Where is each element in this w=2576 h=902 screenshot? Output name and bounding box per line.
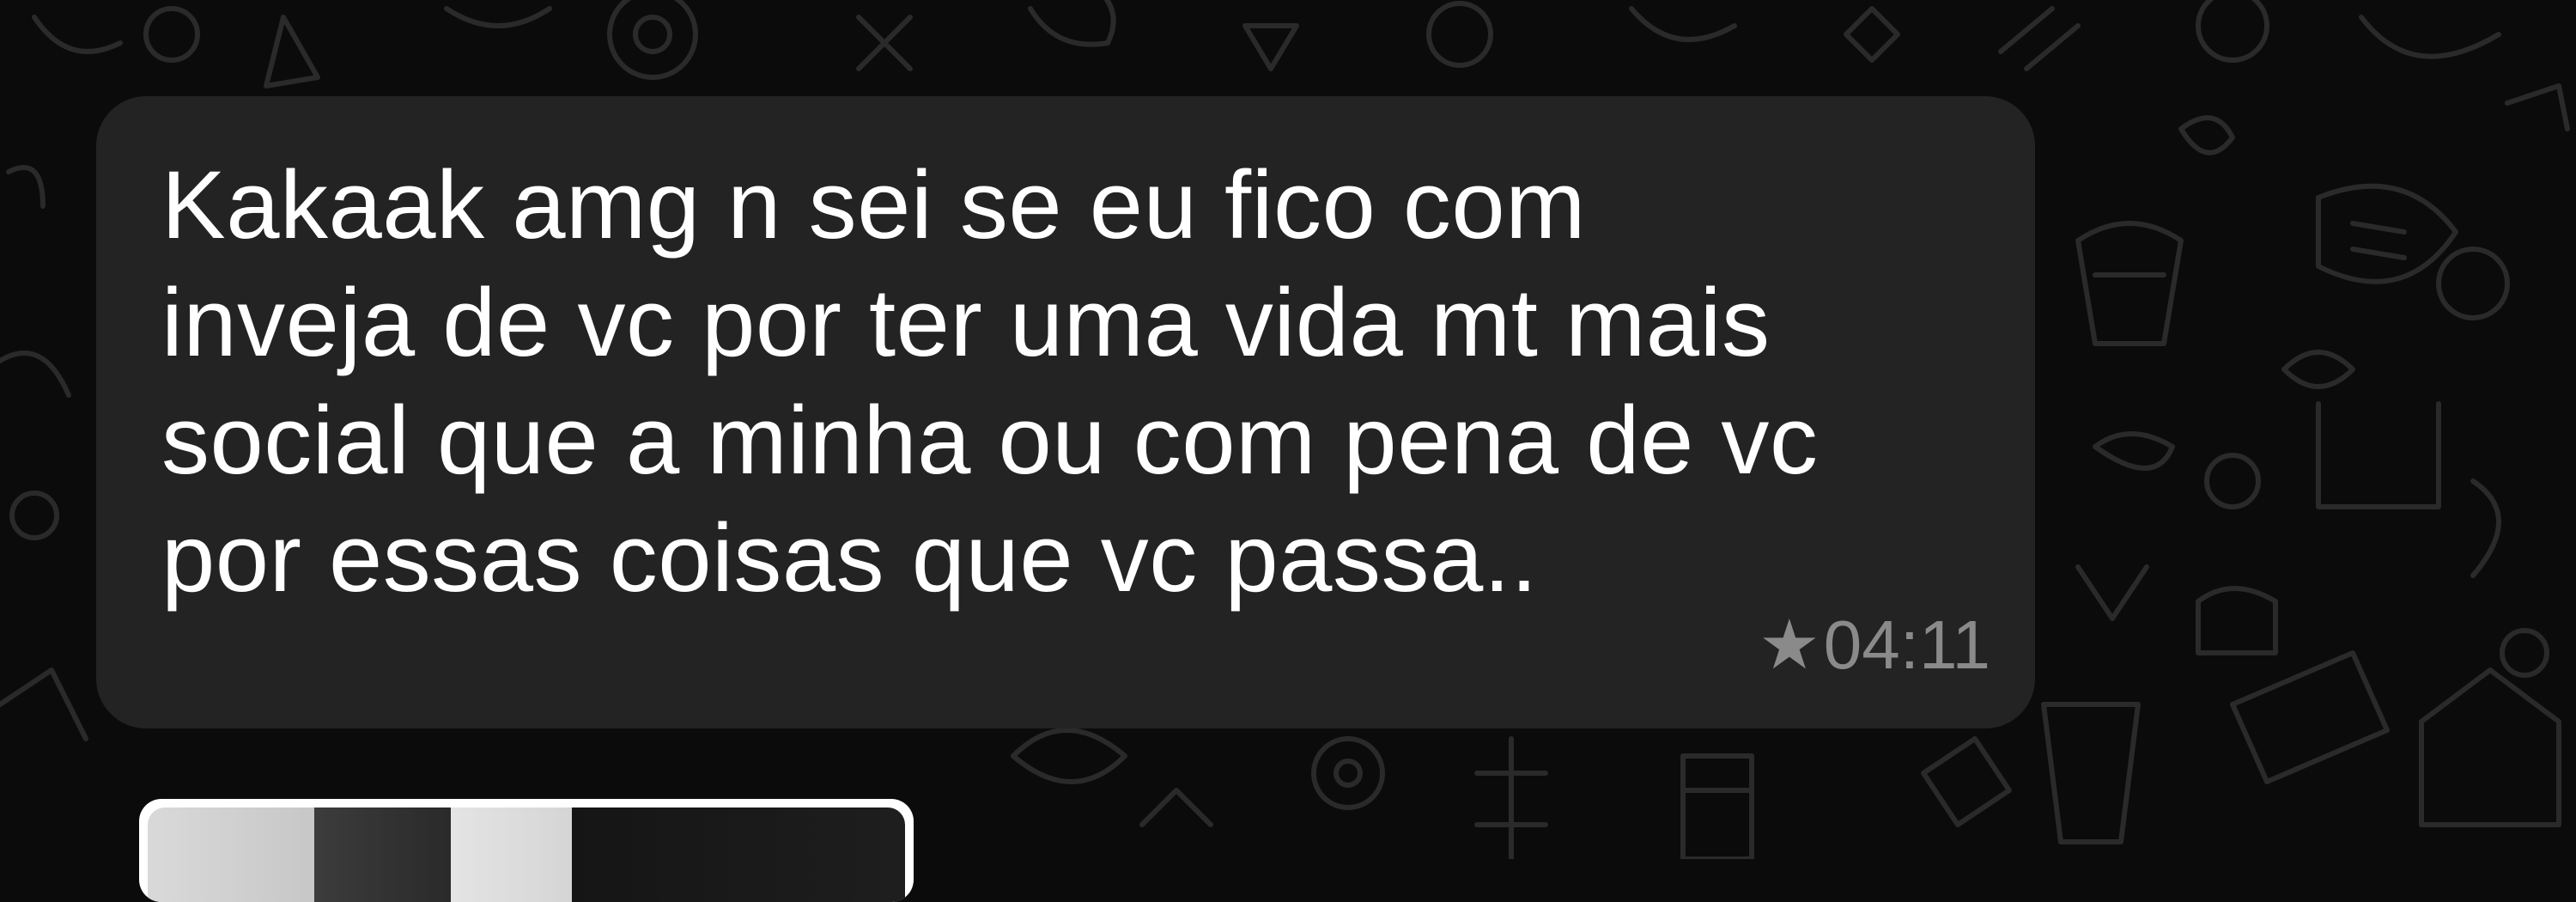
star-icon: ★ [1759,606,1820,683]
message-line: inveja de vc por ter uma vida mt mais [161,269,1771,376]
message-line: por essas coisas que vc passa.. [161,504,1538,612]
message-line: Kakaak amg n sei se eu fico com [161,151,1586,259]
message-bubble[interactable]: Kakaak amg n sei se eu fico com inveja d… [96,96,2035,728]
image-message-preview[interactable] [139,799,914,902]
image-thumbnail [148,808,905,902]
message-text: Kakaak amg n sei se eu fico com inveja d… [161,146,1982,617]
message-meta: ★ 04:11 [1759,606,1990,684]
message-line: social que a minha ou com pena de vc [161,387,1819,494]
message-time: 04:11 [1823,606,1990,683]
